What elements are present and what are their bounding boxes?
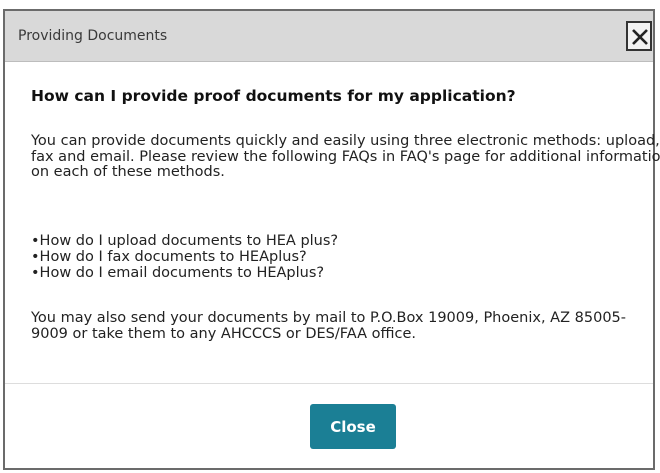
faq-link-email[interactable]: •How do I email documents to HEAplus? — [31, 265, 324, 281]
faq-link-upload[interactable]: •How do I upload documents to HEA plus? — [31, 233, 338, 249]
close-button[interactable]: Close — [310, 404, 396, 449]
mail-note-text: You may also send your documents by mail… — [31, 310, 627, 342]
faq-item[interactable]: •How do I email documents to HEAplus? — [31, 265, 338, 281]
close-x-button[interactable] — [626, 21, 652, 51]
close-x-icon — [632, 29, 648, 45]
faq-list: •How do I upload documents to HEA plus? … — [31, 233, 338, 281]
faq-item[interactable]: •How do I fax documents to HEAplus? — [31, 249, 338, 265]
faq-item[interactable]: •How do I upload documents to HEA plus? — [31, 233, 338, 249]
dialog-titlebar: Providing Documents — [5, 11, 653, 62]
providing-documents-dialog: Providing Documents How can I provide pr… — [3, 9, 660, 470]
footer-divider — [5, 383, 653, 384]
dialog-content: How can I provide proof documents for my… — [31, 86, 660, 341]
intro-text: You can provide documents quickly and ea… — [31, 133, 660, 180]
faq-link-fax[interactable]: •How do I fax documents to HEAplus? — [31, 249, 307, 265]
dialog-title: Providing Documents — [18, 28, 168, 44]
dialog-heading: How can I provide proof documents for my… — [31, 87, 516, 105]
